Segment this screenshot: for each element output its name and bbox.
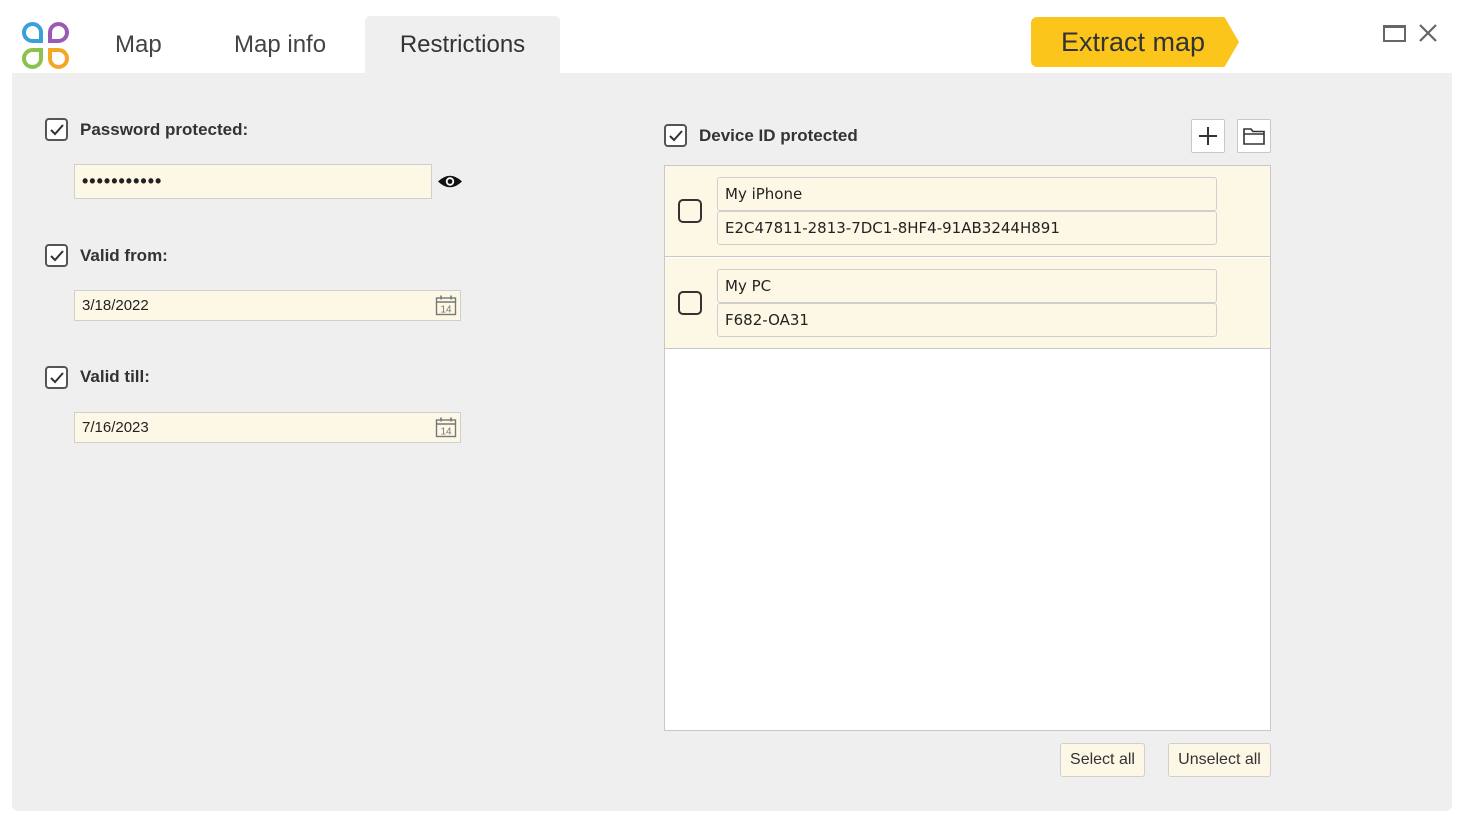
tab-bar: Map Map info Restrictions — [80, 16, 560, 74]
valid-from-value: 3/18/2022 — [82, 297, 149, 314]
list-item[interactable]: My iPhone E2C47811-2813-7DC1-8HF4-91AB32… — [665, 166, 1270, 257]
eye-icon[interactable] — [437, 173, 463, 190]
valid-from-label: Valid from: — [80, 246, 168, 265]
calendar-icon[interactable]: 14 — [435, 294, 457, 316]
device-id-protected-label: Device ID protected — [699, 126, 858, 145]
list-item[interactable]: My PC F682-OA31 — [665, 258, 1270, 349]
valid-from-checkbox[interactable] — [45, 244, 68, 267]
maximize-icon[interactable] — [1383, 25, 1406, 42]
checkmark-icon — [50, 124, 64, 136]
checkmark-icon — [50, 250, 64, 262]
password-protected-checkbox[interactable] — [45, 118, 68, 141]
password-field[interactable]: ••••••••••• — [74, 164, 432, 199]
open-folder-button[interactable] — [1237, 119, 1271, 153]
device-id-field[interactable]: F682-OA31 — [717, 303, 1217, 337]
device-name-field[interactable]: My iPhone — [717, 177, 1217, 211]
valid-till-label: Valid till: — [80, 367, 150, 386]
device-item-checkbox[interactable] — [678, 291, 702, 315]
add-device-button[interactable] — [1191, 119, 1225, 153]
valid-till-value: 7/16/2023 — [82, 419, 149, 436]
folder-icon — [1243, 128, 1265, 145]
svg-text:14: 14 — [440, 305, 452, 316]
tab-restrictions[interactable]: Restrictions — [365, 16, 560, 74]
tab-map[interactable]: Map — [80, 16, 198, 74]
app-logo — [22, 22, 70, 70]
checkmark-icon — [50, 372, 64, 384]
device-name-field[interactable]: My PC — [717, 269, 1217, 303]
device-id-protected-checkbox[interactable] — [664, 124, 687, 147]
valid-till-date-field[interactable]: 7/16/2023 14 — [74, 412, 461, 443]
device-list[interactable]: My iPhone E2C47811-2813-7DC1-8HF4-91AB32… — [664, 165, 1271, 731]
unselect-all-button[interactable]: Unselect all — [1168, 743, 1271, 777]
calendar-icon[interactable]: 14 — [435, 416, 457, 438]
svg-text:14: 14 — [440, 427, 452, 438]
password-protected-label: Password protected: — [80, 120, 249, 139]
close-icon[interactable] — [1415, 20, 1441, 46]
device-id-field[interactable]: E2C47811-2813-7DC1-8HF4-91AB3244H891 — [717, 211, 1217, 245]
tab-map-info[interactable]: Map info — [198, 16, 365, 74]
plus-icon — [1199, 127, 1217, 145]
extract-map-button[interactable]: Extract map — [1031, 17, 1239, 67]
valid-till-checkbox[interactable] — [45, 366, 68, 389]
valid-from-date-field[interactable]: 3/18/2022 14 — [74, 290, 461, 321]
device-item-checkbox[interactable] — [678, 199, 702, 223]
select-all-button[interactable]: Select all — [1060, 743, 1145, 777]
checkmark-icon — [669, 130, 683, 142]
